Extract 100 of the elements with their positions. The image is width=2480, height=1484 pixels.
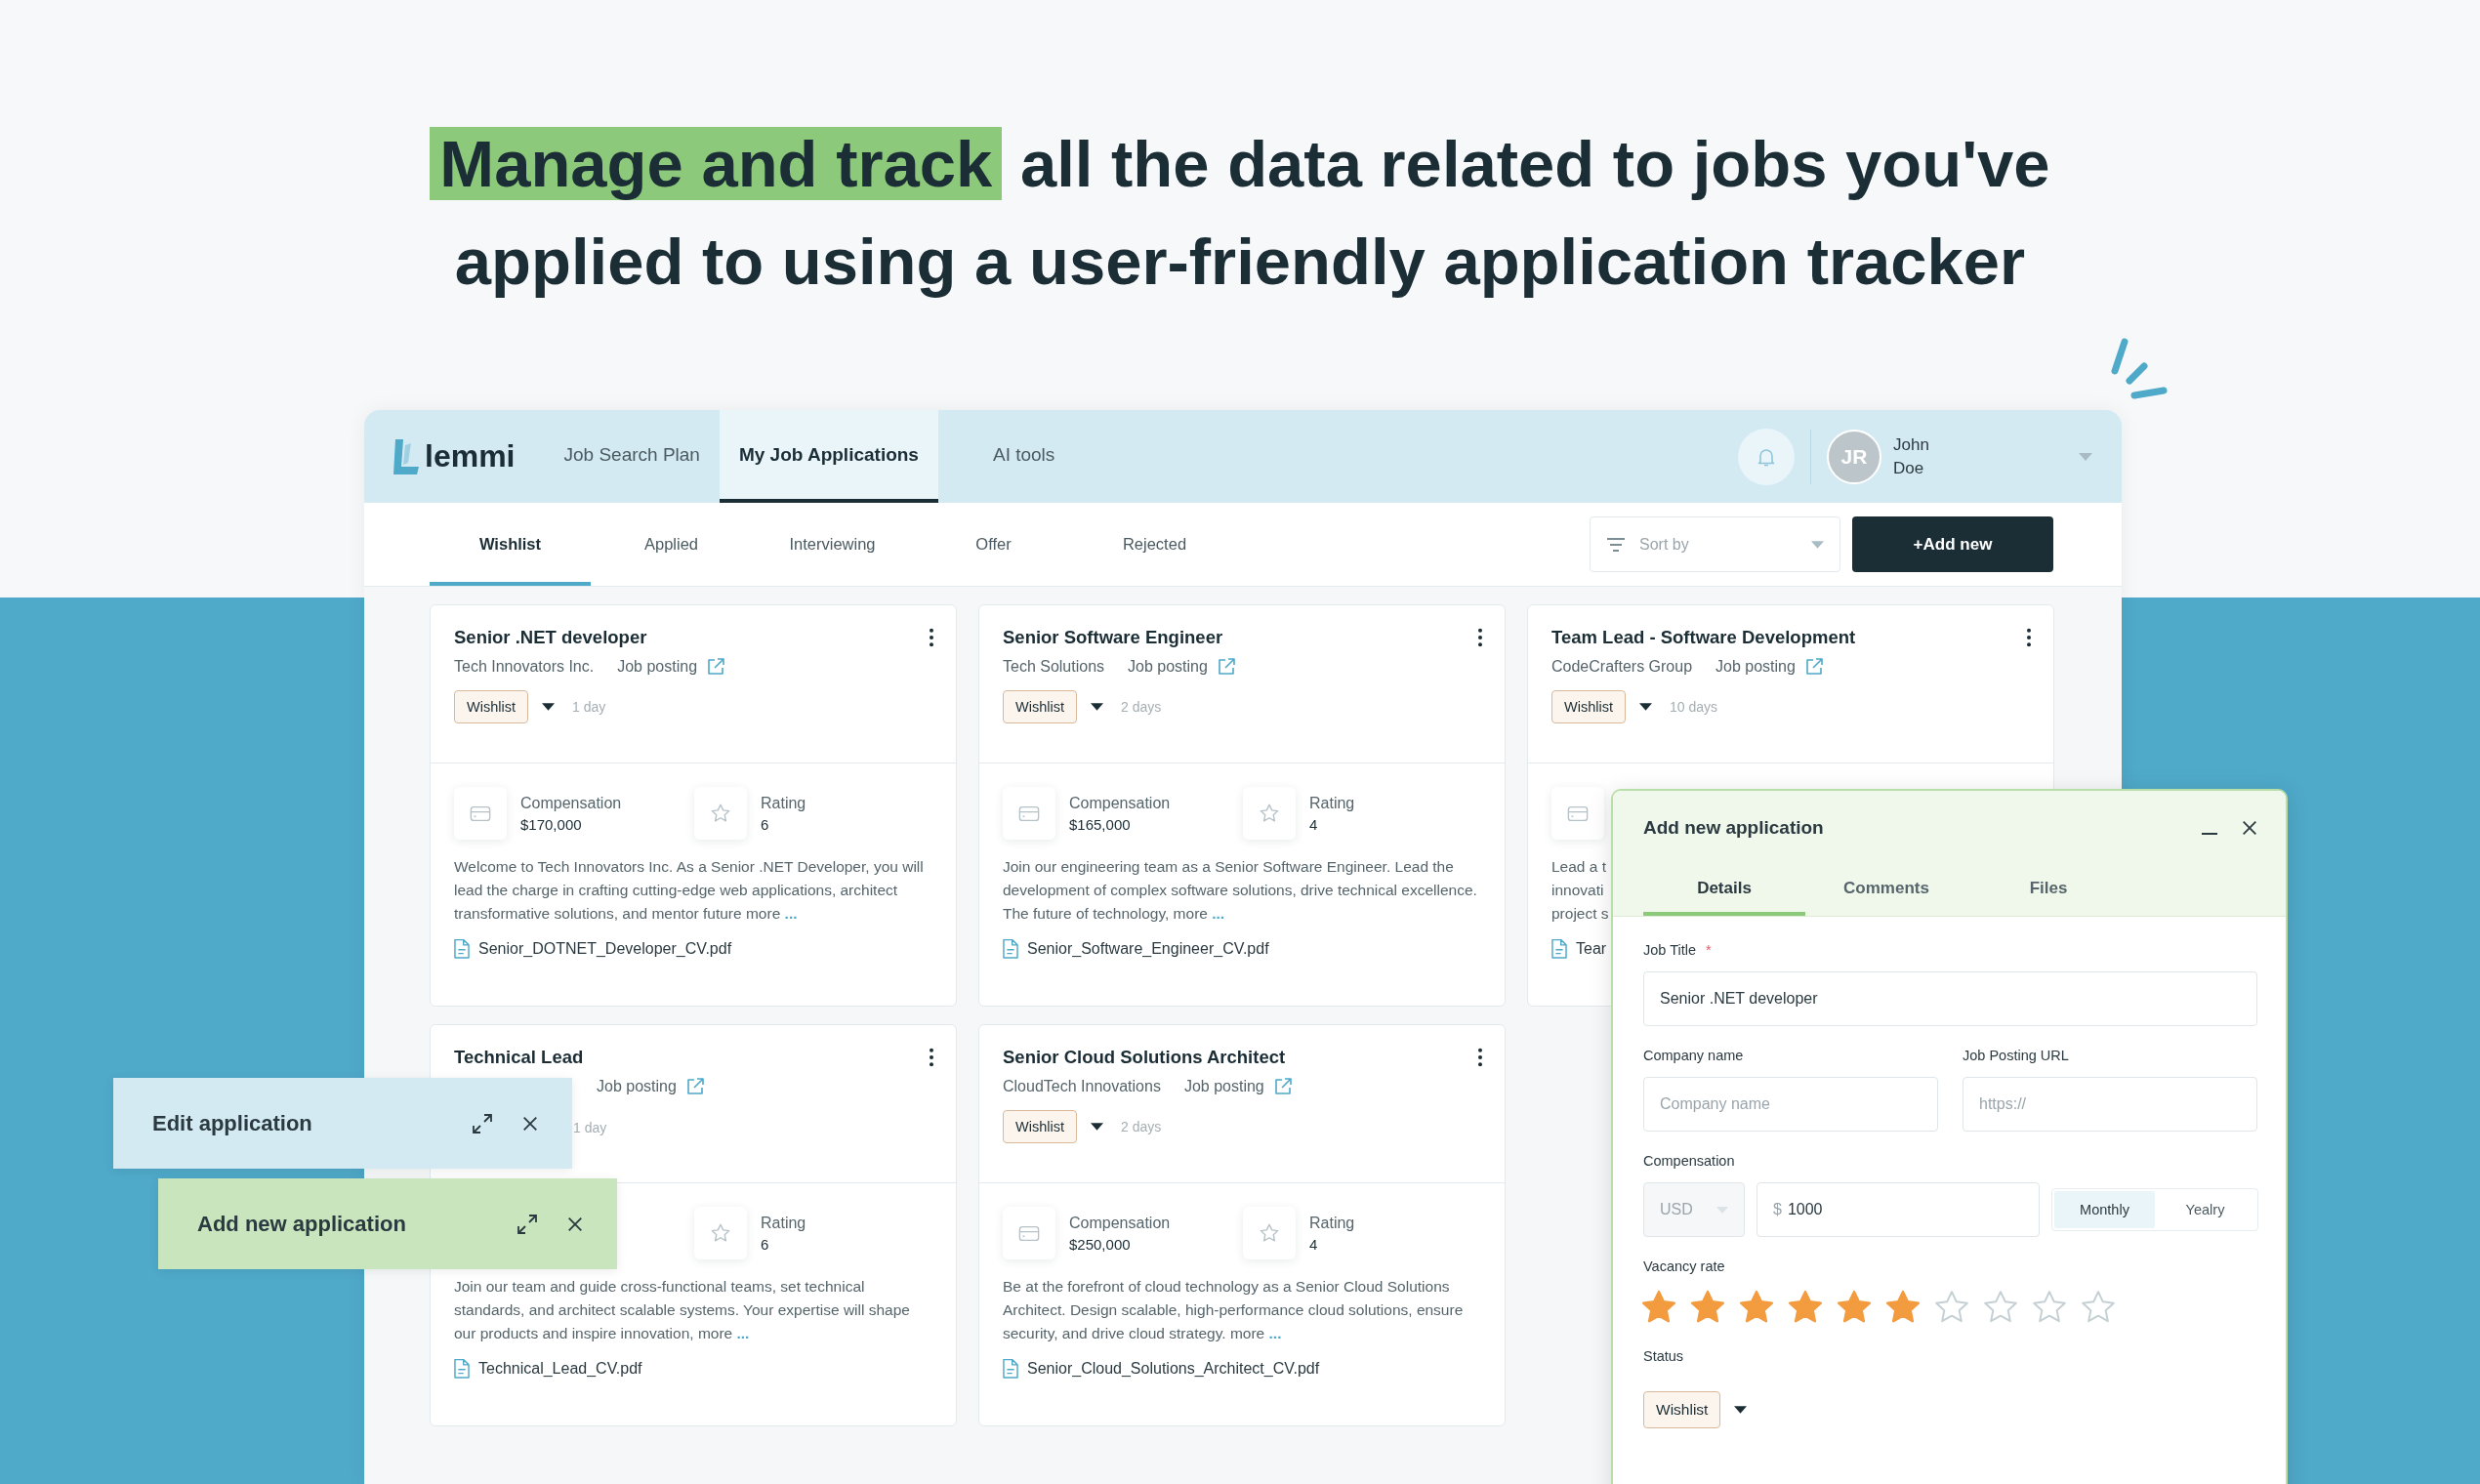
job-title: Senior .NET developer xyxy=(454,627,647,648)
stat-label: Rating xyxy=(761,794,806,812)
file-name[interactable]: Senior_Software_Engineer_CV.pdf xyxy=(1027,940,1269,958)
stat-label: Compensation xyxy=(1069,1214,1171,1232)
external-link-icon[interactable] xyxy=(706,657,726,677)
add-new-button[interactable]: +Add new xyxy=(1852,516,2053,572)
more-options-icon[interactable] xyxy=(1477,1048,1483,1067)
url-field[interactable]: https:// xyxy=(1963,1077,2257,1132)
company-name-field[interactable]: Company name xyxy=(1643,1077,1938,1132)
close-icon[interactable] xyxy=(566,1215,584,1233)
field-label: Company name xyxy=(1643,1048,1745,1063)
file-name[interactable]: Senior_Cloud_Solutions_Architect_CV.pdf xyxy=(1027,1360,1320,1378)
time-ago: 10 days xyxy=(1669,699,1717,715)
stat-value: 4 xyxy=(1309,1235,1319,1253)
field-label: Job Title xyxy=(1643,942,1696,958)
minimized-window[interactable]: Add new application xyxy=(158,1178,617,1269)
caret-icon[interactable] xyxy=(1638,703,1652,711)
window-title: Add new application xyxy=(197,1211,407,1237)
period-option[interactable]: Monthly xyxy=(2054,1191,2155,1228)
status-badge[interactable]: Wishlist xyxy=(1003,1110,1077,1143)
file-name[interactable]: Technical_Lead_CV.pdf xyxy=(478,1360,642,1378)
logo-text: lemmi xyxy=(425,438,516,474)
job-description: Be at the forefront of cloud technology as a Senior Cloud Solutions Architect. Design scalable, high-performance cloud solutions, ensure security, and drive cloud strategy. more ... xyxy=(1003,1277,1465,1343)
file-name[interactable]: Tear xyxy=(1576,940,1607,958)
job-title: Team Lead - Software Development xyxy=(1551,627,1856,648)
stat-value: $250,000 xyxy=(1069,1235,1132,1253)
stat-value: 6 xyxy=(761,1235,770,1253)
close-icon[interactable] xyxy=(521,1114,539,1133)
status-badge[interactable]: Wishlist xyxy=(454,690,528,723)
window-title: Edit application xyxy=(152,1110,313,1136)
close-icon[interactable] xyxy=(2241,819,2258,837)
stat-label: Rating xyxy=(1309,794,1355,812)
credit-card-icon xyxy=(1567,804,1589,822)
file-icon xyxy=(1003,1359,1018,1379)
external-link-icon[interactable] xyxy=(1272,1077,1293,1096)
credit-card-icon xyxy=(470,804,491,822)
file-name[interactable]: Senior_DOTNET_Developer_CV.pdf xyxy=(478,940,732,958)
expand-icon[interactable] xyxy=(471,1111,494,1135)
minimized-window[interactable]: Edit application xyxy=(113,1078,572,1169)
job-title: Senior Cloud Solutions Architect xyxy=(1003,1047,1286,1068)
logo-icon xyxy=(392,436,421,476)
caret-icon xyxy=(1811,540,1824,549)
caret-icon[interactable] xyxy=(1090,1123,1103,1131)
star-icon xyxy=(710,803,731,824)
dialog-title: Add new application xyxy=(1643,817,1825,839)
job-description: Welcome to Tech Innovators Inc. As a Senior .NET Developer, you will lead the charge in crafting cutting-edge web applications, architect transformative solutions, and mentor future more ... xyxy=(454,857,925,924)
job-description: Join our team and guide cross-functional teams, set technical standards, and architect scalable systems. Your expertise will shape our products and inspire innovation, more ... xyxy=(454,1277,911,1343)
job-posting-link[interactable]: Job posting xyxy=(1128,658,1208,676)
star-icon xyxy=(1259,803,1280,824)
period-option[interactable]: Yealry xyxy=(2155,1191,2255,1228)
nav-tab[interactable]: AI tools xyxy=(972,410,1075,503)
company-name: CloudTech Innovations xyxy=(1003,1078,1161,1095)
user-name: John Doe xyxy=(1893,433,1930,479)
stat-label: Rating xyxy=(761,1214,806,1232)
dialog-tab[interactable]: Details xyxy=(1643,865,1805,916)
status-badge[interactable]: Wishlist xyxy=(1003,690,1077,723)
more-options-icon[interactable] xyxy=(1477,628,1483,647)
stat-label: Compensation xyxy=(1069,794,1171,812)
more-options-icon[interactable] xyxy=(2026,628,2032,647)
job-posting-link[interactable]: Job posting xyxy=(1715,658,1796,676)
status-tab[interactable]: Applied xyxy=(591,503,752,586)
file-icon xyxy=(1551,939,1567,959)
status-tab[interactable]: Offer xyxy=(913,503,1074,586)
field-label: Job Posting URL xyxy=(1963,1048,2070,1063)
caret-icon[interactable] xyxy=(541,703,555,711)
status-tab[interactable]: Interviewing xyxy=(752,503,913,586)
external-link-icon[interactable] xyxy=(1803,657,1824,677)
nav-tab[interactable]: My Job Applications xyxy=(719,410,938,503)
stat-label: Rating xyxy=(1309,1214,1355,1232)
time-ago: 1 day xyxy=(573,1120,607,1135)
sparkle-icon xyxy=(2111,338,2168,399)
dialog-tab[interactable]: Files xyxy=(1967,865,2129,916)
status-tab[interactable]: Wishlist xyxy=(430,503,591,586)
external-link-icon[interactable] xyxy=(684,1077,705,1096)
amount-field[interactable]: $ 1000 xyxy=(1757,1182,2040,1237)
job-description: Lead a t innovati project s xyxy=(1551,857,1609,924)
job-title: Technical Lead xyxy=(454,1047,584,1068)
status-badge[interactable]: Wishlist xyxy=(1643,1391,1721,1428)
more-options-icon[interactable] xyxy=(929,1048,934,1067)
headline: Manage and track all the data related to jobs you've applied to using a user-friendly application tracker xyxy=(312,115,2168,312)
caret-icon[interactable] xyxy=(1090,703,1103,711)
status-tab[interactable]: Rejected xyxy=(1074,503,1235,586)
field-label: Compensation xyxy=(1643,1153,1735,1169)
field-label: Vacancy rate xyxy=(1643,1258,1725,1274)
job-posting-link[interactable]: Job posting xyxy=(617,658,698,676)
job-title-field[interactable]: Senior .NET developer xyxy=(1643,971,2257,1026)
expand-icon[interactable] xyxy=(516,1212,539,1236)
status-badge[interactable]: Wishlist xyxy=(1551,690,1626,723)
credit-card-icon xyxy=(1018,804,1040,822)
job-posting-link[interactable]: Job posting xyxy=(1183,1078,1264,1095)
time-ago: 1 day xyxy=(571,699,606,715)
caret-icon xyxy=(1716,1206,1728,1214)
more-options-icon[interactable] xyxy=(929,628,934,647)
file-icon xyxy=(454,1359,470,1379)
caret-icon[interactable] xyxy=(1734,1406,1748,1414)
job-posting-link[interactable]: Job posting xyxy=(597,1078,677,1095)
dialog-tab[interactable]: Comments xyxy=(1805,865,1967,916)
external-link-icon[interactable] xyxy=(1216,657,1236,677)
nav-tab[interactable]: Job Search Plan xyxy=(544,410,720,503)
file-icon xyxy=(1003,939,1018,959)
